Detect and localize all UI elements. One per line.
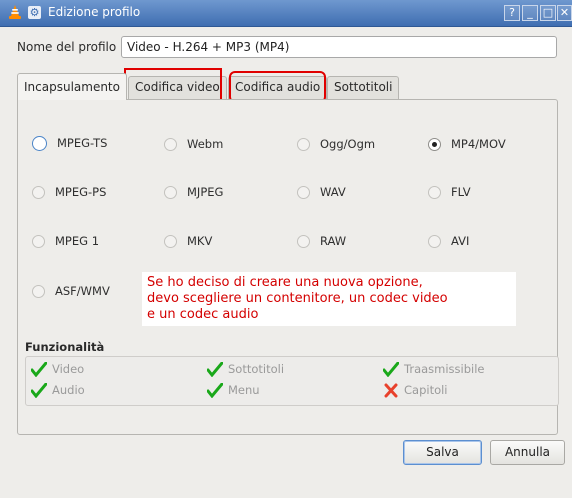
annotation-note: Se ho deciso di creare una nuova opzione… [142, 272, 516, 326]
feature-label: Menu [228, 383, 260, 397]
feature-sottotitoli: Sottotitoli [207, 361, 284, 377]
radio-indicator[interactable] [32, 135, 47, 151]
features-title: Funzionalità [25, 340, 105, 354]
tab-codifica-audio[interactable]: Codifica audio [228, 76, 328, 99]
window-title: Edizione profilo [48, 5, 141, 19]
radio-mpeg1[interactable]: MPEG 1 [32, 233, 99, 249]
radio-indicator[interactable] [32, 234, 45, 248]
radio-mkv[interactable]: MKV [164, 233, 212, 249]
radio-label: FLV [451, 185, 471, 199]
help-button[interactable]: ? [504, 5, 520, 21]
radio-ogg[interactable]: Ogg/Ogm [297, 136, 375, 152]
radio-indicator[interactable] [297, 185, 310, 199]
tab-incapsulamento[interactable]: Incapsulamento [17, 73, 127, 100]
feature-capitoli: Capitoli [383, 382, 448, 398]
title-bar: ⚙ Edizione profilo ? _ □ ✕ [0, 0, 572, 27]
feature-label: Sottotitoli [228, 362, 285, 376]
radio-indicator[interactable] [164, 234, 177, 248]
radio-avi[interactable]: AVI [428, 233, 469, 249]
radio-indicator[interactable] [428, 185, 441, 199]
window-menu-icon[interactable]: ⚙ [28, 6, 41, 19]
radio-wav[interactable]: WAV [297, 184, 346, 200]
radio-label: MPEG-TS [57, 136, 108, 150]
checkmark-icon [31, 361, 47, 377]
tab-label: Codifica video [135, 80, 220, 94]
radio-mpeg-ps[interactable]: MPEG-PS [32, 184, 106, 200]
feature-trasmissibile: Traasmissibile [383, 361, 485, 377]
radio-indicator[interactable] [164, 185, 177, 199]
radio-flv[interactable]: FLV [428, 184, 471, 200]
save-button[interactable]: Salva [403, 440, 482, 465]
radio-label: Webm [187, 137, 224, 151]
feature-label: Audio [52, 383, 85, 397]
tab-label: Sottotitoli [334, 80, 393, 94]
radio-label: MPEG-PS [55, 185, 107, 199]
radio-label: RAW [320, 234, 347, 248]
tab-codifica-video[interactable]: Codifica video [128, 76, 227, 99]
checkmark-icon [383, 361, 399, 377]
radio-indicator[interactable] [428, 234, 441, 248]
radio-indicator[interactable] [32, 284, 45, 298]
radio-label: MPEG 1 [55, 234, 100, 248]
feature-menu: Menu [207, 382, 260, 398]
radio-label: MJPEG [187, 185, 224, 199]
maximize-button[interactable]: □ [540, 5, 556, 21]
radio-label: WAV [320, 185, 346, 199]
radio-mjpeg[interactable]: MJPEG [164, 184, 223, 200]
profile-name-label: Nome del profilo [17, 40, 117, 54]
checkmark-icon [31, 382, 47, 398]
close-button[interactable]: ✕ [557, 5, 572, 21]
radio-label: MKV [187, 234, 213, 248]
radio-label: MP4/MOV [451, 137, 506, 151]
profile-name-input[interactable] [121, 36, 557, 58]
annotation-line: Se ho deciso di creare una nuova opzione… [147, 275, 423, 290]
feature-label: Video [52, 362, 85, 376]
tab-sottotitoli[interactable]: Sottotitoli [327, 76, 400, 99]
cancel-button[interactable]: Annulla [490, 440, 565, 465]
tab-label: Incapsulamento [24, 80, 120, 94]
radio-label: Ogg/Ogm [320, 137, 376, 151]
feature-label: Traasmissibile [404, 362, 485, 376]
radio-indicator[interactable] [428, 137, 441, 151]
vlc-cone-icon [9, 5, 21, 19]
checkmark-icon [207, 382, 223, 398]
cross-icon [384, 383, 398, 397]
radio-indicator[interactable] [297, 137, 310, 151]
radio-label: AVI [451, 234, 470, 248]
radio-indicator[interactable] [164, 137, 177, 151]
checkmark-icon [207, 361, 223, 377]
minimize-button[interactable]: _ [522, 5, 538, 21]
feature-audio: Audio [31, 382, 85, 398]
radio-label: ASF/WMV [55, 284, 110, 298]
radio-raw[interactable]: RAW [297, 233, 346, 249]
radio-mp4-mov[interactable]: MP4/MOV [428, 136, 506, 152]
radio-indicator[interactable] [32, 185, 45, 199]
feature-label: Capitoli [404, 383, 448, 397]
annotation-line: e un codec audio [147, 307, 259, 322]
radio-mpeg-ts[interactable]: MPEG-TS [32, 135, 107, 151]
feature-video: Video [31, 361, 84, 377]
annotation-line: devo scegliere un contenitore, un codec … [147, 291, 448, 306]
radio-webm[interactable]: Webm [164, 136, 223, 152]
radio-asf-wmv[interactable]: ASF/WMV [32, 283, 110, 299]
radio-indicator[interactable] [297, 234, 310, 248]
tab-label: Codifica audio [235, 80, 321, 94]
